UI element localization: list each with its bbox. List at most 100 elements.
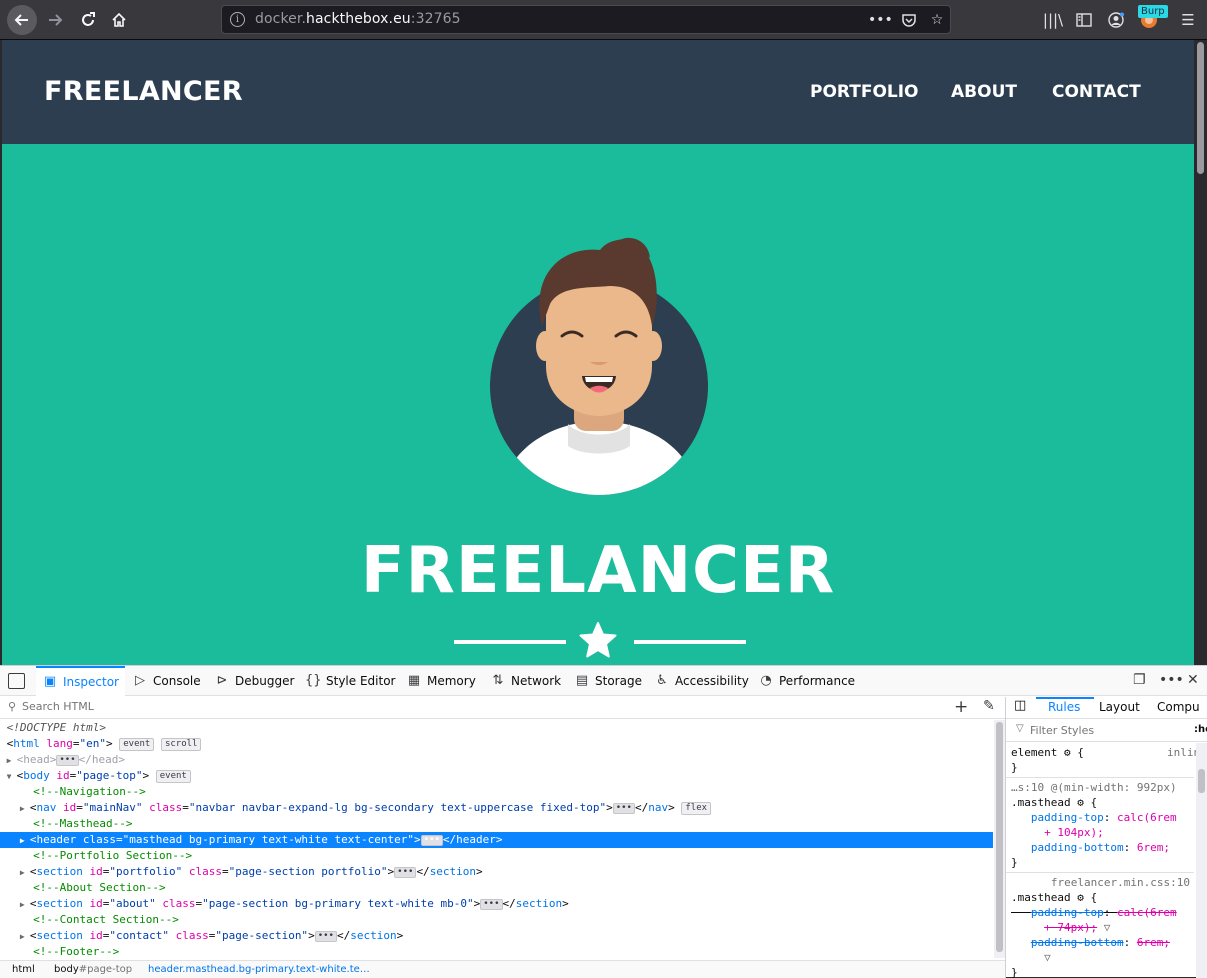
markup-line[interactable]: ▶ <section id="portfolio" class="page-sec… [0,864,993,880]
markup-scrollbar-thumb[interactable] [996,722,1003,952]
rule-decl[interactable]: padding-bottom: 6rem; [1006,840,1194,855]
home-button[interactable] [104,5,134,35]
ellipsis-icon[interactable]: ••• [56,755,79,766]
expand-arrow-icon[interactable]: ▶ [20,865,30,881]
library-icon[interactable]: |||\ [1041,8,1065,32]
ellipsis-icon[interactable]: ••• [394,867,417,878]
tab-console[interactable]: ▷ Console [132,666,201,696]
eyedropper-icon[interactable]: ✎ [983,698,995,714]
star-icon [579,622,617,658]
gear-icon[interactable]: ⚙ [1077,796,1084,809]
bookmark-star-icon[interactable]: ☆ [926,9,948,31]
rule-source-link[interactable]: …s:10 @(min-width: 992px) [1006,780,1194,795]
page-scrollbar[interactable] [1194,40,1207,665]
tab-storage[interactable]: ▤ Storage [574,666,642,696]
filter-styles-input[interactable] [1030,724,1170,737]
filter-icon[interactable]: ▽ [1104,921,1111,934]
markup-tree: <!DOCTYPE html> <html lang="en"> event s… [0,720,993,958]
tab-layout[interactable]: Layout [1099,700,1140,714]
pocket-icon[interactable] [898,9,920,31]
rule-header[interactable]: .masthead ⚙ { [1006,795,1194,810]
ellipsis-icon[interactable]: ••• [314,931,337,942]
breadcrumb-html[interactable]: html [12,961,35,978]
gear-icon[interactable]: ⚙ [1064,746,1071,759]
nav-link-about[interactable]: ABOUT [951,82,1017,102]
tab-style-editor[interactable]: {} Style Editor [305,666,395,696]
account-icon[interactable] [1104,8,1128,32]
rules-scrollbar[interactable] [1196,743,1207,978]
ellipsis-icon[interactable]: ••• [480,899,503,910]
rule-decl-overridden[interactable]: padding-top: calc(6rem [1006,905,1194,920]
rule-decl-overridden[interactable]: padding-bottom: 6rem; [1006,935,1194,950]
gear-icon[interactable]: ⚙ [1077,891,1084,904]
rule-decl-cont: ▽ [1006,950,1194,965]
event-badge[interactable]: event [155,770,191,783]
markup-line[interactable]: ▶ <head> ••• </head> [0,752,993,768]
close-devtools-icon[interactable]: ✕ [1187,672,1199,688]
expand-arrow-icon[interactable]: ▶ [20,929,30,945]
rules-tab-underline [1036,697,1094,699]
collapse-arrow-icon[interactable]: ▼ [7,769,17,785]
tab-accessibility[interactable]: ♿ Accessibility [654,666,749,696]
expand-arrow-icon[interactable]: ▶ [20,801,30,817]
nav-link-contact[interactable]: CONTACT [1052,82,1141,102]
markup-line[interactable]: <!--Contact Section--> [0,912,993,928]
markup-line[interactable]: <html lang="en"> event scroll [0,736,993,752]
markup-line-selected[interactable]: ▶ <header class="masthead bg-primary text… [0,832,993,848]
devtools-options-icon[interactable]: ••• [1159,672,1184,688]
markup-line[interactable]: <!--Portfolio Section--> [0,848,993,864]
tab-computed[interactable]: Compu [1157,700,1200,714]
expand-arrow-icon[interactable]: ▶ [20,833,30,849]
markup-line[interactable]: <!DOCTYPE html> [0,720,993,736]
page-scrollbar-thumb[interactable] [1197,42,1204,174]
rule-header[interactable]: .masthead ⚙ { [1006,890,1194,905]
rule-source-link[interactable]: freelancer.min.css:10 [1006,875,1194,890]
back-button[interactable] [7,5,37,35]
breadcrumb-header[interactable]: header.masthead.bg-primary.text-white.te… [148,961,370,978]
reload-button[interactable] [73,5,103,35]
markup-line[interactable]: <!--About Section--> [0,880,993,896]
markup-line[interactable]: ▶ <nav id="mainNav" class="navbar navbar-… [0,800,993,816]
page-actions-icon[interactable]: ••• [868,9,893,31]
layout-toggle-icon[interactable]: ◫ [1014,698,1026,713]
site-brand[interactable]: FREELANCER [44,76,243,107]
rule-header[interactable]: element ⚙ {inline [1006,745,1207,760]
add-node-icon[interactable]: + [954,697,968,717]
tab-performance[interactable]: ◔ Performance [758,666,855,696]
ellipsis-icon[interactable]: ••• [612,803,635,814]
site-info-icon[interactable]: i [230,12,245,27]
markup-line[interactable]: <!--Masthead--> [0,816,993,832]
tab-rules[interactable]: Rules [1048,700,1080,714]
sidebar-icon[interactable] [1072,8,1096,32]
expand-arrow-icon[interactable]: ▶ [7,753,17,769]
filter-icon[interactable]: ▽ [1044,951,1051,964]
expand-arrow-icon[interactable]: ▶ [20,897,30,913]
element-picker-icon[interactable] [8,673,25,689]
tab-memory[interactable]: ▦ Memory [406,666,476,696]
flex-badge[interactable]: flex [681,802,712,815]
avatar-image [490,237,708,495]
markup-line[interactable]: <!--Navigation--> [0,784,993,800]
rules-scrollbar-thumb[interactable] [1198,769,1205,793]
nav-link-portfolio[interactable]: PORTFOLIO [810,82,919,102]
markup-line[interactable]: ▶ <section id="contact" class="page-secti… [0,928,993,944]
markup-line[interactable]: ▶ <section id="about" class="page-section… [0,896,993,912]
scroll-badge[interactable]: scroll [160,738,202,751]
hamburger-menu-icon[interactable]: ☰ [1176,8,1200,32]
markup-line[interactable]: ▼ <body id="page-top"> event [0,768,993,784]
event-badge[interactable]: event [119,738,155,751]
search-html-input[interactable] [22,700,922,713]
markup-line[interactable]: <!--Footer--> [0,944,993,958]
hover-toggle[interactable]: :ho [1194,724,1207,735]
forward-button[interactable] [40,5,70,35]
tab-debugger[interactable]: ⊳ Debugger [214,666,295,696]
breadcrumb-body[interactable]: body#page-top [54,961,132,978]
markup-scrollbar[interactable] [994,720,1005,958]
url-bar[interactable]: i docker.hackthebox.eu:32765 ••• ☆ [221,5,951,34]
url-text[interactable]: docker.hackthebox.eu:32765 [255,11,461,27]
rule-decl[interactable]: padding-top: calc(6rem [1006,810,1194,825]
responsive-design-icon[interactable]: ❐ [1133,672,1146,688]
tab-network[interactable]: ⇅ Network [490,666,562,696]
tab-inspector[interactable]: ▣ Inspector [36,666,125,696]
ellipsis-icon[interactable]: ••• [420,835,443,846]
